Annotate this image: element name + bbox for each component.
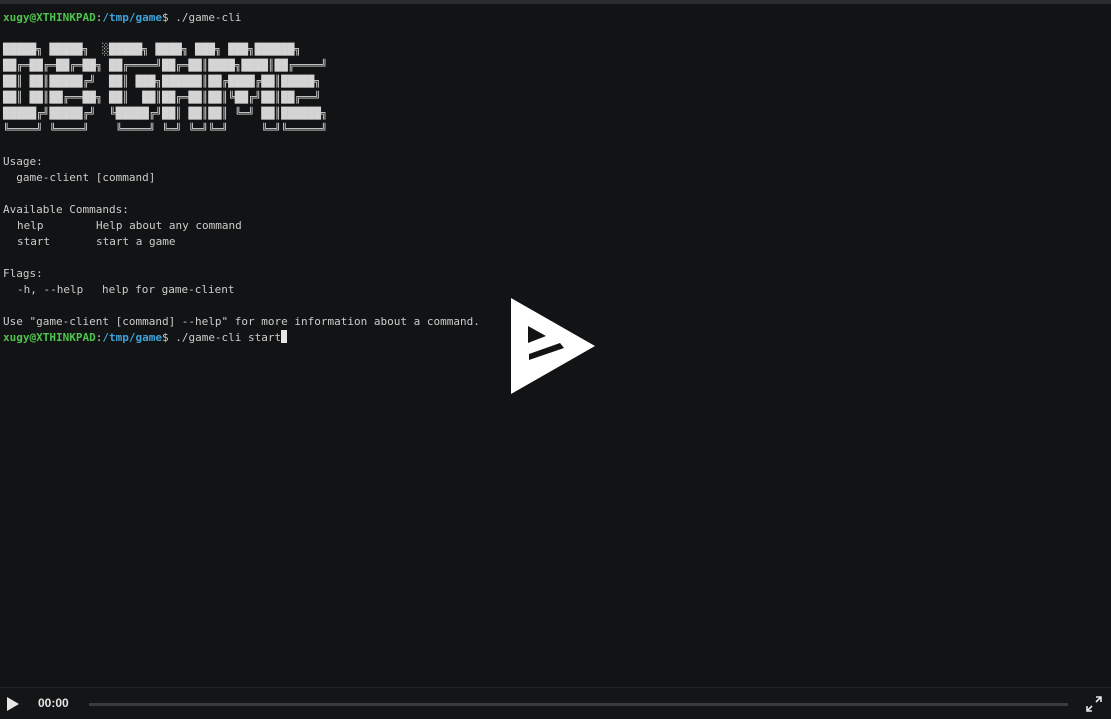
prompt-path: /tmp/game [102, 11, 162, 24]
command-row: help Help about any command [3, 218, 1103, 234]
play-icon[interactable] [7, 697, 19, 711]
big-play-icon[interactable] [508, 296, 598, 396]
command-row: start start a game [3, 234, 1103, 250]
usage-heading: Usage: [3, 155, 43, 168]
prompt-dollar: $ [161, 11, 169, 24]
command-name: help [17, 219, 44, 232]
time-display: 00:00 [38, 696, 69, 710]
progress-bar[interactable] [89, 703, 1068, 706]
command-text: ./game-cli [168, 11, 242, 24]
top-strip [0, 0, 1111, 4]
command-description: Help about any command [96, 219, 242, 232]
flag-description: help for game-client [102, 283, 235, 296]
fullscreen-icon[interactable] [1086, 696, 1102, 712]
usage-line: game-client [command] [3, 171, 156, 184]
flag-name: -h, --help [17, 283, 84, 296]
prompt-user: xugy@XTHINKPAD [3, 11, 96, 24]
command-text: ./game-cli start [168, 331, 282, 344]
ascii-logo: █████╗ █████╗ ░█████╗ ████╗ ███╗ ███╗███… [3, 43, 328, 136]
prompt-dollar: $ [161, 331, 169, 344]
terminal-cursor [281, 330, 288, 343]
prompt-line-1: xugy@XTHINKPAD:/tmp/game$ ./game-cli [3, 10, 1103, 26]
prompt-path: /tmp/game [102, 331, 162, 344]
asciinema-player: xugy@XTHINKPAD:/tmp/game$ ./game-cli ███… [0, 0, 1111, 719]
flags-heading: Flags: [3, 267, 43, 280]
command-description: start a game [96, 235, 176, 248]
control-bar: 00:00 [0, 687, 1111, 719]
available-commands-heading: Available Commands: [3, 203, 129, 216]
command-name: start [17, 235, 51, 248]
prompt-user: xugy@XTHINKPAD [3, 331, 96, 344]
